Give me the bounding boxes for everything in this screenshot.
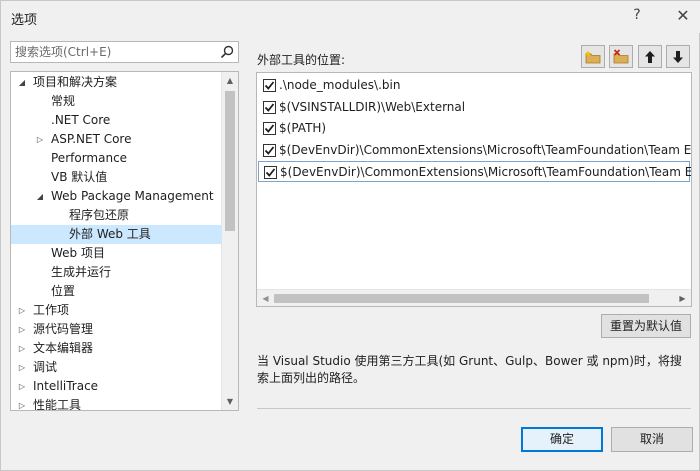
tree-item-label: 程序包还原	[69, 208, 130, 222]
add-location-button[interactable]	[581, 45, 605, 68]
collapsed-arrow-icon[interactable]: ▷	[17, 339, 27, 358]
tree-item[interactable]: ▷ IntelliTrace	[11, 377, 222, 396]
collapsed-arrow-icon[interactable]: ▷	[17, 301, 27, 320]
tree-item[interactable]: ▷ 工作项	[11, 301, 222, 320]
checkmark-icon	[264, 145, 275, 155]
collapsed-arrow-icon[interactable]: ▷	[17, 377, 27, 396]
tree-item-label: IntelliTrace	[33, 379, 99, 393]
checkmark-icon	[264, 81, 275, 90]
locations-label: 外部工具的位置:	[257, 53, 346, 67]
location-path: $(VSINSTALLDIR)\Web\External	[279, 99, 466, 114]
tree-item-label: VB 默认值	[51, 170, 108, 184]
title-bar: 选项 ? ✕	[1, 1, 700, 33]
tree-item[interactable]: Web 项目	[11, 244, 222, 263]
arrow-down-icon	[673, 51, 683, 63]
location-row[interactable]: $(DevEnvDir)\CommonExtensions\Microsoft\…	[258, 161, 692, 182]
checkmark-icon	[264, 102, 275, 112]
expanded-arrow-icon[interactable]: ◢	[17, 73, 27, 92]
cancel-button[interactable]: 取消	[611, 427, 693, 452]
reset-to-defaults-button[interactable]: 重置为默认值	[601, 314, 691, 338]
ok-button[interactable]: 确定	[521, 427, 603, 452]
collapsed-arrow-icon[interactable]: ▷	[35, 130, 45, 149]
tree-item-label: Performance	[51, 151, 128, 165]
scroll-thumb[interactable]	[274, 294, 649, 303]
tree-item[interactable]: ▷ 调试	[11, 358, 222, 377]
location-checkbox[interactable]	[264, 166, 277, 179]
close-button[interactable]: ✕	[673, 6, 693, 26]
search-icon[interactable]	[219, 44, 235, 60]
location-checkbox[interactable]	[263, 143, 276, 157]
locations-list: ◀ ▶ .\node_modules\.bin $(VSINSTALLDIR)\W…	[256, 72, 692, 307]
location-path: .\node_modules\.bin	[279, 78, 401, 92]
tree-item[interactable]: ◢ 项目和解决方案	[11, 73, 222, 92]
tree-item[interactable]: ◢ Web Package Management	[11, 187, 222, 206]
tree-item[interactable]: 外部 Web 工具	[11, 225, 222, 244]
checkmark-icon	[265, 168, 276, 177]
scroll-left-icon[interactable]: ◀	[257, 290, 274, 306]
divider	[257, 408, 691, 409]
delete-folder-icon	[613, 49, 629, 64]
options-tree: ▲ ▼ ◢ 项目和解决方案常规 .NET Core ▷ ASP.NET Core Perf…	[10, 71, 239, 411]
tree-item-label: 文本编辑器	[33, 341, 94, 355]
search-box	[10, 41, 239, 63]
options-dialog: 选项 ? ✕ ▲ ▼ ◢ 项目和解决方案常规 .NET Core ▷ ASP.NET C…	[0, 0, 700, 471]
tree-item[interactable]: .NET Core	[11, 111, 222, 130]
collapsed-arrow-icon[interactable]: ▷	[17, 396, 27, 410]
tree-item-label: 性能工具	[33, 398, 82, 411]
list-horizontal-scrollbar[interactable]: ◀ ▶	[257, 289, 691, 306]
tree-item-label: Web Package Management	[51, 189, 214, 203]
tree-item-label: 源代码管理	[33, 322, 94, 336]
tree-item[interactable]: 程序包还原	[11, 206, 222, 225]
scroll-down-icon[interactable]: ▼	[222, 393, 238, 410]
location-row[interactable]: $(PATH)	[258, 118, 690, 139]
location-checkbox[interactable]	[263, 79, 276, 92]
tree-item-label: 工作项	[33, 303, 70, 317]
tree-item[interactable]: 常规	[11, 92, 222, 111]
move-up-button[interactable]	[638, 45, 662, 68]
expanded-arrow-icon[interactable]: ◢	[35, 187, 45, 206]
window-title: 选项	[11, 13, 38, 28]
tree-item[interactable]: ▷ 文本编辑器	[11, 339, 222, 358]
tree-item[interactable]: ▷ 性能工具	[11, 396, 222, 411]
remove-location-button[interactable]	[609, 45, 633, 68]
tree-item-label: 生成并运行	[51, 265, 112, 279]
tree-item[interactable]: 位置	[11, 282, 222, 301]
tree-vertical-scrollbar[interactable]: ▲ ▼	[221, 72, 238, 410]
tree-item-label: 外部 Web 工具	[69, 227, 151, 241]
description-text: 当 Visual Studio 使用第三方工具(如 Grunt、Gulp、Bow…	[257, 354, 682, 385]
scroll-thumb[interactable]	[225, 91, 235, 231]
tree-item[interactable]: ▷ ASP.NET Core	[11, 130, 222, 149]
help-button[interactable]: ?	[627, 7, 647, 27]
tree-item[interactable]: ▷ 源代码管理	[11, 320, 222, 339]
tree-item[interactable]: 生成并运行	[11, 263, 222, 282]
scroll-up-icon[interactable]: ▲	[222, 72, 238, 89]
tree-item-label: .NET Core	[51, 113, 111, 127]
search-input[interactable]	[11, 42, 216, 62]
tree-item-label: 项目和解决方案	[33, 75, 118, 89]
location-checkbox[interactable]	[263, 122, 276, 135]
collapsed-arrow-icon[interactable]: ▷	[17, 358, 27, 377]
arrow-up-icon	[645, 51, 655, 63]
scroll-right-icon[interactable]: ▶	[674, 290, 691, 306]
tree-item-label: Web 项目	[51, 246, 105, 260]
tree-item[interactable]: VB 默认值	[11, 168, 222, 187]
location-row[interactable]: .\node_modules\.bin	[258, 75, 690, 96]
location-path: $(PATH)	[279, 121, 327, 135]
tree-item-label: 常规	[51, 94, 76, 108]
location-path: $(DevEnvDir)\CommonExtensions\Microsoft\…	[280, 165, 692, 179]
location-row[interactable]: $(VSINSTALLDIR)\Web\External	[258, 97, 690, 118]
collapsed-arrow-icon[interactable]: ▷	[17, 320, 27, 339]
tree-item-label: 调试	[33, 360, 58, 374]
location-row[interactable]: $(DevEnvDir)\CommonExtensions\Microsoft\…	[258, 140, 692, 161]
location-checkbox[interactable]	[263, 100, 276, 114]
location-path: $(DevEnvDir)\CommonExtensions\Microsoft\…	[279, 142, 692, 157]
tree-item-label: ASP.NET Core	[51, 132, 132, 146]
tree-item[interactable]: Performance	[11, 149, 222, 168]
tree-item-label: 位置	[51, 284, 76, 298]
move-down-button[interactable]	[666, 45, 690, 68]
checkmark-icon	[264, 124, 275, 133]
new-folder-icon	[585, 50, 601, 64]
